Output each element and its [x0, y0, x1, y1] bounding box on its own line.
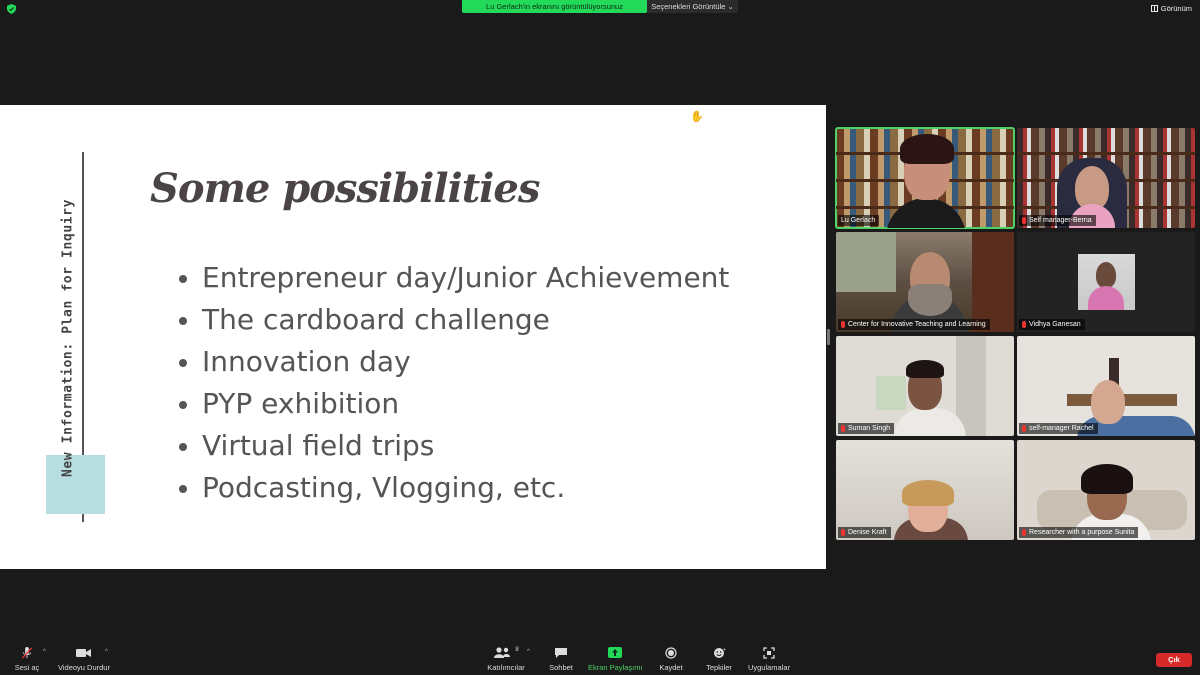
participant-name: Researcher with a purpose Sunita [1029, 529, 1135, 536]
participant-name-tag: Center for Innovative Teaching and Learn… [838, 319, 990, 330]
grid-view-icon [1150, 5, 1158, 12]
participant-name: Suman Singh [848, 425, 891, 432]
muted-mic-icon [1022, 217, 1026, 224]
view-options-dropdown[interactable]: Seçenekleri Görüntüle ⌄ [647, 0, 738, 13]
stop-video-label: Videoyu Durdur [58, 663, 110, 672]
bullet-item: Innovation day [176, 341, 729, 383]
screen-share-banner: Lu Gerlach'in ekranını görüntülüyorsunuz [462, 0, 647, 13]
bullet-item: Entrepreneur day/Junior Achievement [176, 257, 729, 299]
participant-tile[interactable]: Suman Singh [836, 336, 1014, 436]
muted-mic-icon [841, 321, 845, 328]
bullet-item: PYP exhibition [176, 383, 729, 425]
view-options-label: Seçenekleri Görüntüle [651, 2, 726, 11]
participant-tile[interactable]: Denise Kraft [836, 440, 1014, 540]
slide-bullet-list: Entrepreneur day/Junior Achievement The … [176, 257, 729, 509]
participant-name-tag: Vidhya Ganesan [1019, 319, 1085, 330]
share-screen-icon [608, 647, 622, 658]
muted-mic-icon [1022, 321, 1026, 328]
apps-icon [763, 647, 775, 659]
bullet-item: Virtual field trips [176, 425, 729, 467]
apps-button[interactable]: Uygulamalar [746, 647, 792, 672]
meeting-toolbar: Sesi aç ^ Videoyu Durdur ^ 8 Katılımcıla… [0, 643, 1200, 675]
participant-name-tag: Researcher with a purpose Sunita [1019, 527, 1139, 538]
participant-tile[interactable]: Researcher with a purpose Sunita [1017, 440, 1195, 540]
chevron-up-icon[interactable]: ^ [43, 649, 46, 655]
muted-mic-icon [1022, 425, 1026, 432]
stop-video-button[interactable]: Videoyu Durdur [58, 647, 110, 672]
participants-count: 8 [515, 647, 519, 653]
participant-tile[interactable]: Lu Gerlach [835, 127, 1015, 229]
participants-icon: 8 [491, 647, 521, 659]
muted-mic-icon [841, 425, 845, 432]
chevron-up-icon[interactable]: ^ [527, 649, 530, 655]
bullet-item: The cardboard challenge [176, 299, 729, 341]
record-icon [665, 647, 677, 659]
avatar [1078, 254, 1135, 310]
slide-side-label: New Information: Plan for Inquiry [60, 198, 76, 478]
participant-tile[interactable]: self-manager Rachel [1017, 336, 1195, 436]
panel-resize-handle[interactable] [827, 329, 830, 345]
participant-name: Denise Kraft [848, 529, 887, 536]
muted-mic-icon [841, 529, 845, 536]
smiley-icon: + [713, 647, 726, 658]
participant-name: Self manager-Berna [1029, 217, 1092, 224]
share-screen-button[interactable]: Ekran Paylaşımı [588, 647, 643, 672]
bullet-item: Podcasting, Vlogging, etc. [176, 467, 729, 509]
muted-mic-icon [1022, 529, 1026, 536]
unmute-label: Sesi aç [14, 663, 40, 672]
reactions-label: Tepkiler [706, 663, 732, 672]
participants-label: Katılımcılar [487, 663, 525, 672]
svg-text:+: + [723, 647, 726, 653]
chat-label: Sohbet [549, 663, 573, 672]
view-button-label: Görünüm [1160, 4, 1192, 13]
participant-name-tag: self-manager Rachel [1019, 423, 1098, 434]
chat-bubble-icon [555, 648, 567, 658]
participant-tile[interactable]: Center for Innovative Teaching and Learn… [836, 232, 1014, 332]
chat-button[interactable]: Sohbet [546, 647, 576, 672]
record-button[interactable]: Kaydet [656, 647, 686, 672]
participant-name-tag: Denise Kraft [838, 527, 891, 538]
view-button[interactable]: Görünüm [1150, 4, 1192, 13]
slide-accent-block [46, 455, 105, 514]
unmute-button[interactable]: Sesi aç [12, 647, 42, 672]
participant-name-tag: Suman Singh [838, 423, 895, 434]
slide-title: Some possibilities [150, 165, 540, 212]
participant-name: Lu Gerlach [841, 217, 876, 224]
chevron-up-icon[interactable]: ^ [105, 649, 108, 655]
microphone-muted-icon [21, 647, 33, 659]
shared-slide: New Information: Plan for Inquiry Some p… [0, 105, 826, 569]
reactions-button[interactable]: + Tepkiler [704, 647, 734, 672]
participants-button[interactable]: 8 Katılımcılar [486, 647, 526, 672]
apps-label: Uygulamalar [747, 663, 791, 672]
shield-icon[interactable] [7, 4, 16, 14]
participant-name: Center for Innovative Teaching and Learn… [848, 321, 986, 328]
hand-cursor-icon: ✋ [690, 111, 704, 123]
participant-tile[interactable]: Self manager-Berna [1017, 128, 1195, 228]
participant-name: self-manager Rachel [1029, 425, 1094, 432]
participant-tile[interactable]: Vidhya Ganesan [1017, 232, 1195, 332]
participant-name: Vidhya Ganesan [1029, 321, 1081, 328]
record-label: Kaydet [659, 663, 683, 672]
participant-name-tag: Self manager-Berna [1019, 215, 1096, 226]
chevron-down-icon: ⌄ [727, 2, 734, 11]
share-screen-label: Ekran Paylaşımı [588, 663, 643, 672]
video-camera-icon [76, 649, 91, 657]
top-bar: Lu Gerlach'in ekranını görüntülüyorsunuz… [0, 0, 1200, 16]
participant-name-tag: Lu Gerlach [838, 215, 880, 226]
leave-button[interactable]: Çık [1156, 653, 1192, 667]
